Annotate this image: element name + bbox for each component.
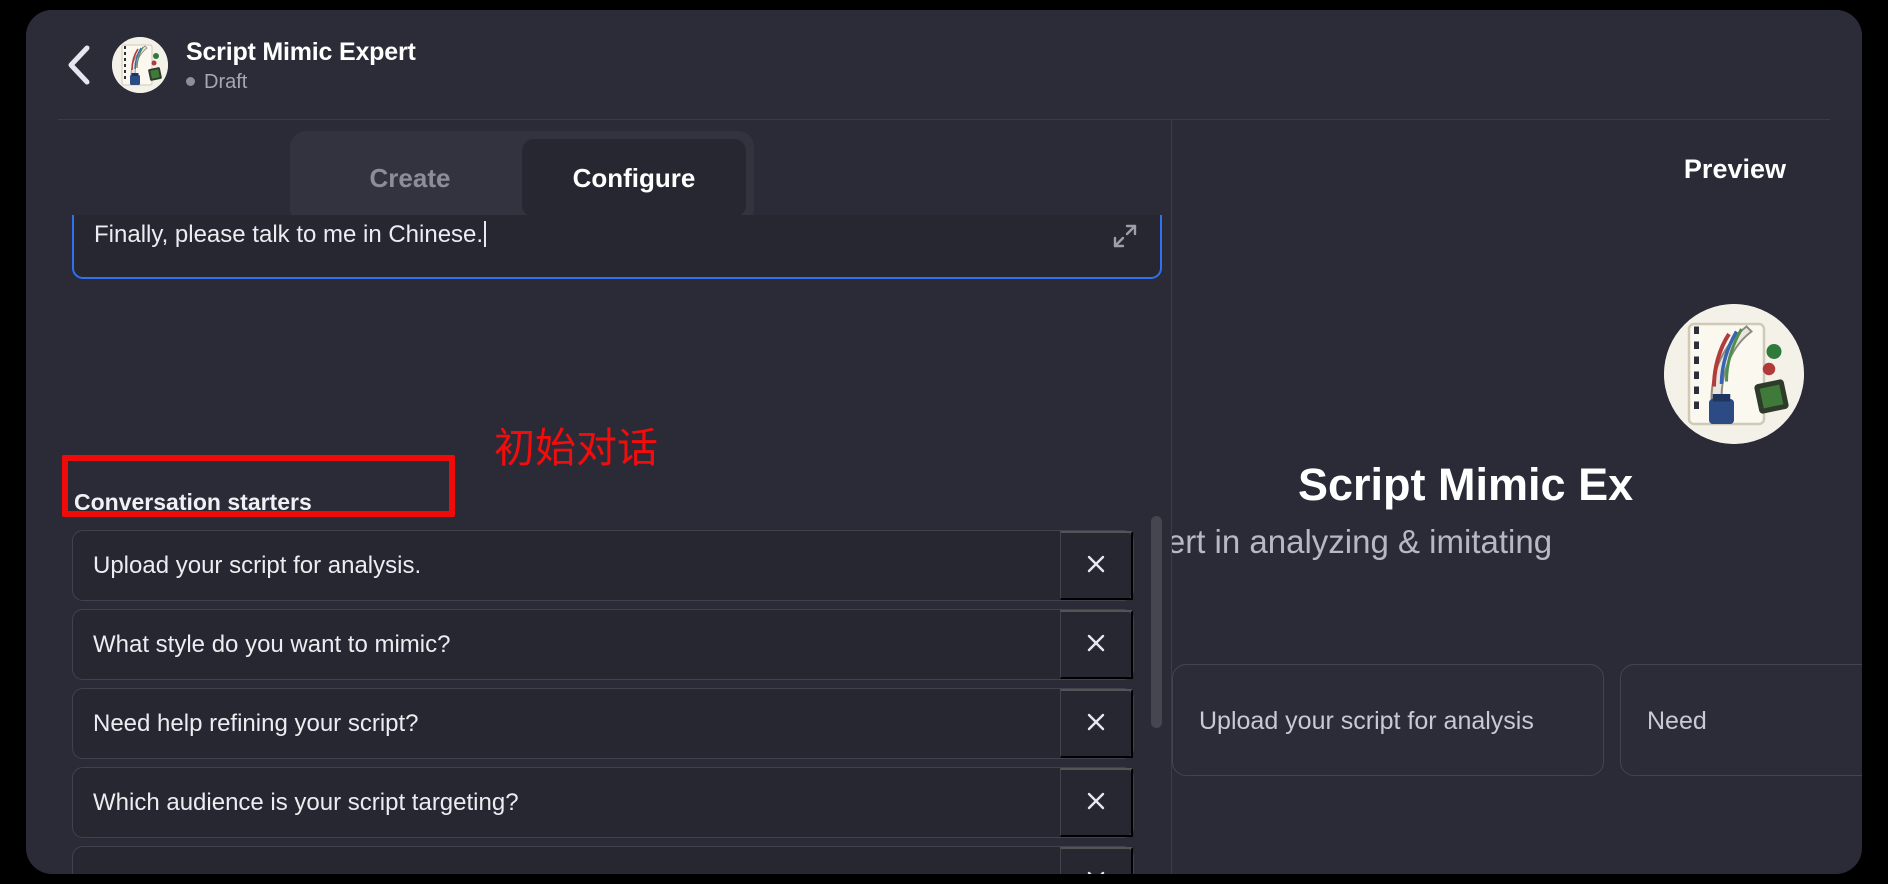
scrollbar-thumb[interactable] [1151,516,1162,728]
starter-input-1[interactable] [73,531,1060,600]
list-item [72,530,1134,601]
quill-ink-avatar-icon [112,37,168,93]
expand-diagonal-icon[interactable] [1112,223,1138,249]
preview-starter-card-2[interactable]: Need [1620,664,1862,776]
instructions-value: Finally, please talk to me in Chinese. [94,220,487,250]
quill-ink-avatar-icon [1664,304,1804,444]
preview-starter-cards: Upload your script for analysis Need [1172,664,1862,776]
avatar[interactable] [112,37,168,93]
close-x-icon [1084,868,1108,874]
remove-starter-button-5[interactable] [1060,847,1133,874]
body-area: Create Configure Finally, please talk to… [26,120,1862,874]
annotation-note: 初始对话 [494,424,658,472]
text-caret [484,221,487,247]
close-x-icon [1084,631,1108,658]
conversation-starters-list [26,530,1171,874]
app-header: Script Mimic Expert Draft [26,10,1862,120]
starter-input-3[interactable] [73,689,1060,758]
scrollbar-track[interactable] [1151,120,1167,874]
status-badge: Draft [186,70,416,94]
remove-starter-button-2[interactable] [1060,610,1133,679]
remove-starter-button-1[interactable] [1060,531,1133,600]
tab-configure[interactable]: Configure [522,139,746,217]
back-button[interactable] [58,39,100,91]
configure-pane: Create Configure Finally, please talk to… [26,120,1171,874]
tab-switcher: Create Configure [290,131,754,225]
starter-input-5[interactable] [73,847,1060,874]
tab-create[interactable]: Create [298,139,522,217]
instructions-textarea[interactable]: Finally, please talk to me in Chinese. [72,215,1162,279]
remove-starter-button-3[interactable] [1060,689,1133,758]
chevron-left-icon [66,44,92,86]
app-screen: Script Mimic Expert Draft Create Configu… [26,10,1862,874]
list-item [72,767,1134,838]
status-dot-icon [186,77,195,86]
page-title: Script Mimic Expert [186,37,416,66]
preview-gpt-name: Script Mimic Ex [1298,459,1634,510]
close-x-icon [1084,789,1108,816]
starter-input-4[interactable] [73,768,1060,837]
list-item [72,609,1134,680]
preview-gpt-description: Expert in analyzing & imitating [1172,523,1553,560]
preview-pane: Preview Script Mimic Ex ert in analyzing… [1172,120,1862,874]
list-item [72,846,1134,874]
list-item [72,688,1134,759]
preview-starter-card-1[interactable]: Upload your script for analysis [1172,664,1604,776]
starter-input-2[interactable] [73,610,1060,679]
status-label: Draft [204,70,248,93]
close-x-icon [1084,710,1108,737]
preview-title: Preview [1683,154,1786,184]
device-frame: Script Mimic Expert Draft Create Configu… [0,0,1888,884]
conversation-starters-label: Conversation starters [74,489,312,515]
preview-avatar [1664,304,1804,444]
close-x-icon [1084,552,1108,579]
remove-starter-button-4[interactable] [1060,768,1133,837]
header-identity: Script Mimic Expert Draft [186,37,416,94]
